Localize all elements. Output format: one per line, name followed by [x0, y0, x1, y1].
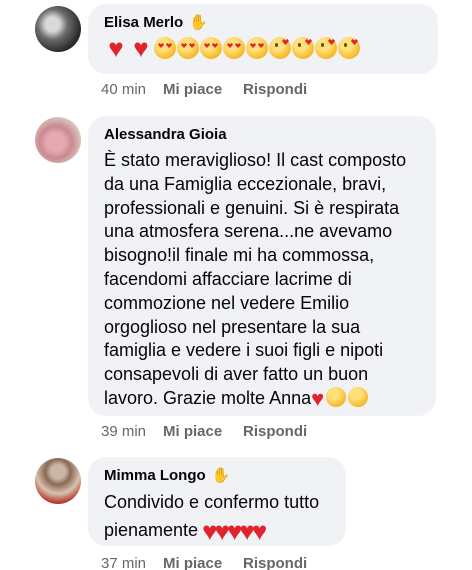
comment-author[interactable]: Elisa Merlo	[104, 14, 183, 31]
heart-icon: ♥	[133, 33, 149, 63]
like-button[interactable]: Mi piace	[163, 555, 243, 570]
comment-bubble: Mimma Longo ✋ Condivido e confermo tutto…	[88, 457, 346, 546]
face-blowing-kiss-icon	[292, 37, 314, 59]
comment-bubble: Alessandra Gioia È stato meraviglioso! I…	[88, 116, 436, 416]
heart-icon: ♥	[311, 385, 325, 411]
comment-author[interactable]: Alessandra Gioia	[104, 126, 227, 143]
comment-actions: 40 min Mi piace Rispondi	[101, 81, 307, 98]
comment-text: Condivido e confermo tutto pienamente ♥♥♥…	[104, 488, 332, 545]
avatar[interactable]	[35, 458, 81, 504]
heart-icon: ♥	[108, 33, 124, 63]
heart-eyes-face-icon	[177, 37, 199, 59]
smiling-face-with-hearts-icon	[200, 37, 222, 59]
avatar[interactable]	[35, 6, 81, 52]
comment-text: È stato meraviglioso! Il cast composto d…	[104, 149, 422, 411]
comment-actions: 39 min Mi piace Rispondi	[101, 423, 307, 440]
face-blowing-kiss-icon	[338, 37, 360, 59]
waving-hand-icon: ✋	[211, 467, 231, 484]
heart-eyes-face-icon	[154, 37, 176, 59]
emoji-reaction-row: ♥ ♥	[104, 33, 424, 63]
comment-time: 40 min	[101, 81, 147, 98]
comment-time: 37 min	[101, 555, 147, 570]
like-button[interactable]: Mi piace	[163, 81, 243, 98]
avatar[interactable]	[35, 117, 81, 163]
face-blowing-kiss-icon	[348, 386, 369, 407]
reply-button[interactable]: Rispondi	[243, 555, 307, 570]
comment-bubble: Elisa Merlo ✋ ♥ ♥	[88, 4, 438, 74]
reply-button[interactable]: Rispondi	[243, 81, 307, 98]
face-blowing-kiss-icon	[326, 386, 347, 407]
smiling-face-with-hearts-icon	[246, 37, 268, 59]
smiling-face-with-hearts-icon	[223, 37, 245, 59]
comment-body: È stato meraviglioso! Il cast composto d…	[104, 150, 407, 408]
hearts-icon-group: ♥♥♥♥♥	[202, 516, 267, 546]
comment-actions: 37 min Mi piace Rispondi	[101, 555, 307, 570]
like-button[interactable]: Mi piace	[163, 423, 243, 440]
comment-author[interactable]: Mimma Longo	[104, 467, 206, 484]
face-blowing-kiss-icon	[269, 37, 291, 59]
face-blowing-kiss-icon	[315, 37, 337, 59]
waving-hand-icon: ✋	[189, 14, 208, 31]
comment-time: 39 min	[101, 423, 147, 440]
reply-button[interactable]: Rispondi	[243, 423, 307, 440]
